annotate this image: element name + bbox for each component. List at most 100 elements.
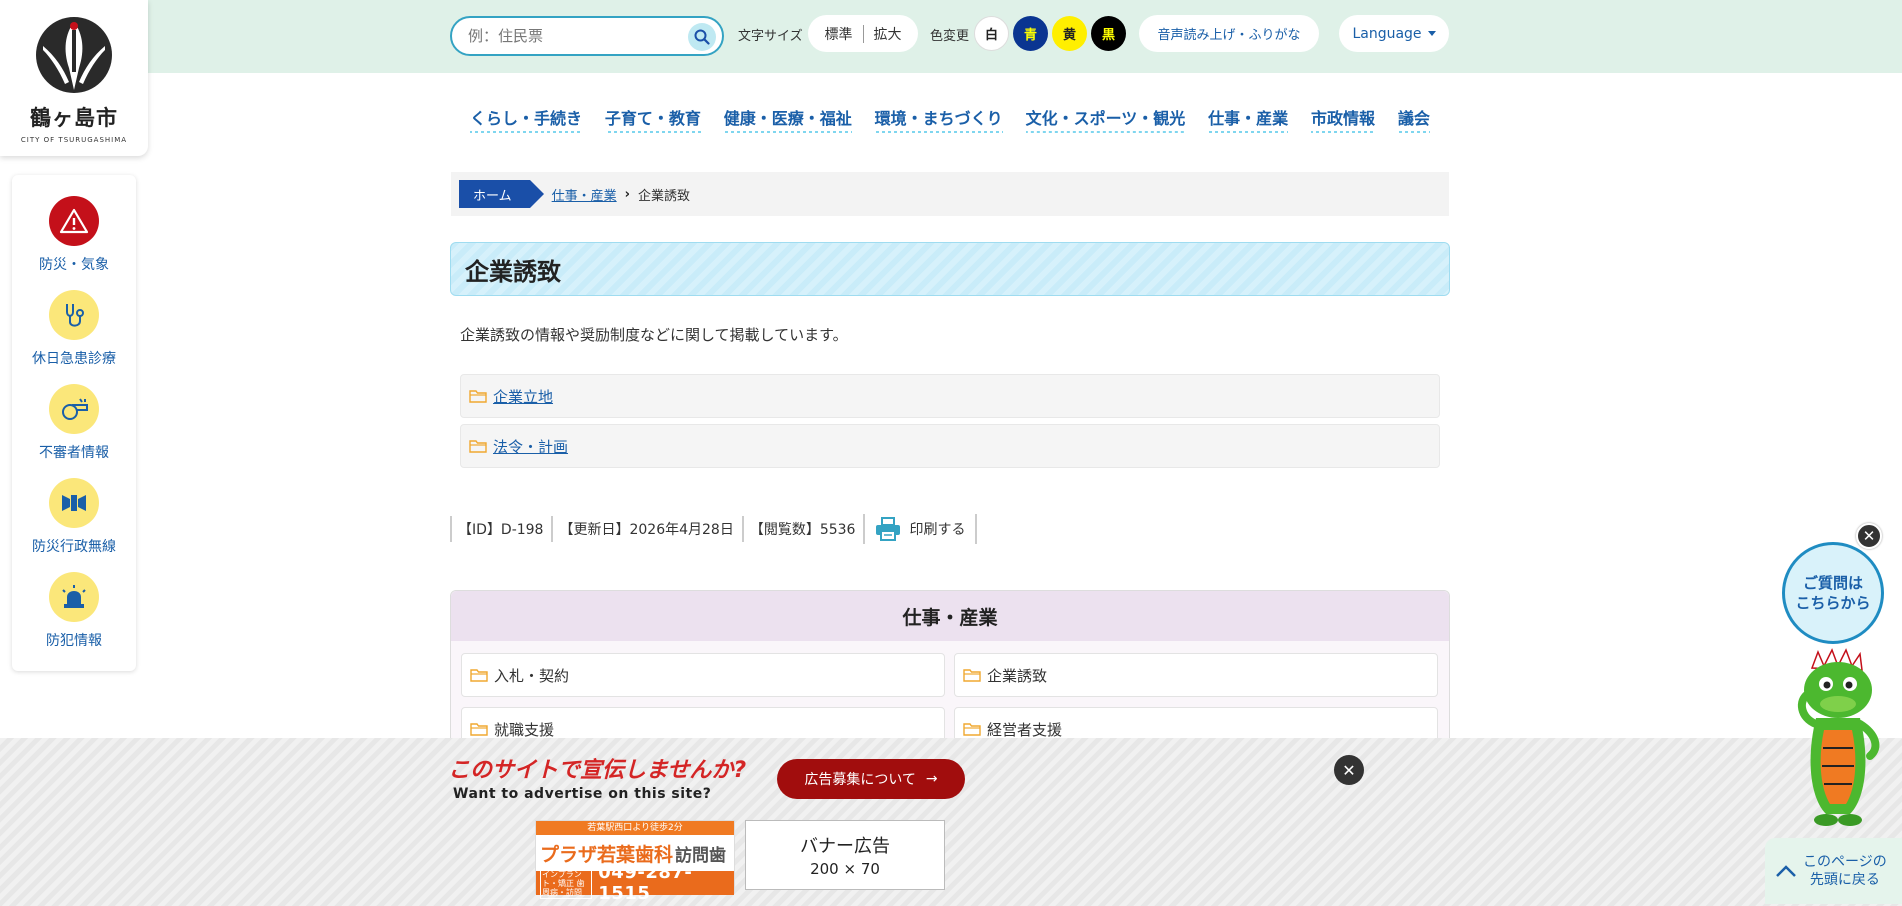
font-size-normal-button[interactable]: 標準 — [815, 24, 863, 44]
siren-icon — [62, 585, 86, 608]
side-circle — [49, 196, 99, 246]
chatbot-close-button[interactable]: ✕ — [1856, 523, 1882, 549]
link-location[interactable]: 企業立地 — [493, 386, 553, 407]
folder-icon — [963, 669, 981, 682]
nav-item-business[interactable]: 仕事・産業 — [1208, 105, 1289, 133]
list-item: 法令・計画 — [460, 424, 1440, 468]
page-meta: 【ID】D-198 【更新日】2026年4月28日 【閲覧数】5536 印刷する — [450, 514, 978, 544]
site-logo[interactable]: 鶴ヶ島市 CITY OF TSURUGASHIMA — [0, 0, 148, 156]
font-size-large-button[interactable]: 拡大 — [864, 24, 912, 44]
printer-icon — [876, 517, 901, 541]
sidebar-item-label: 休日急患診療 — [32, 351, 116, 367]
sidebar-item-label: 不審者情報 — [39, 445, 109, 461]
chevron-right-icon: › — [624, 186, 630, 202]
color-change-label: 色変更 — [930, 29, 970, 44]
nav-item-health[interactable]: 健康・医療・福祉 — [723, 105, 852, 133]
stethoscope-icon — [66, 304, 84, 327]
nav-item-living[interactable]: くらし・手続き — [470, 105, 583, 133]
arrow-right-icon: → — [925, 771, 938, 787]
close-icon: ✕ — [1342, 760, 1356, 780]
link-laws-plans[interactable]: 法令・計画 — [493, 436, 568, 457]
folder-icon — [470, 669, 488, 682]
side-circle — [49, 572, 99, 622]
breadcrumb: ホーム 仕事・産業 › 企業誘致 — [451, 172, 1449, 216]
category-title: 仕事・産業 — [451, 591, 1449, 641]
banner-placeholder-title: バナー広告 — [800, 836, 890, 857]
page-id: 【ID】D-198 — [450, 516, 549, 542]
warning-icon — [59, 208, 89, 234]
nav-item-assembly[interactable]: 議会 — [1397, 105, 1430, 133]
category-item-label: 経営者支援 — [987, 720, 1063, 739]
folder-icon — [963, 723, 981, 736]
font-size-label: 文字サイズ — [738, 29, 803, 44]
chatbot-label: ご質問は こちらから — [1795, 574, 1871, 612]
site-name-en: CITY OF TSURUGASHIMA — [20, 136, 128, 144]
chatbot-bubble[interactable]: ご質問は こちらから — [1782, 542, 1884, 644]
color-black-button[interactable]: 黒 — [1091, 16, 1126, 51]
site-name: 鶴ヶ島市 — [30, 106, 118, 130]
sidebar-item-disaster[interactable]: 防災・気象 — [12, 196, 136, 274]
sidebar-item-suspicious[interactable]: 不審者情報 — [12, 384, 136, 462]
back-to-top-button[interactable]: このページの 先頭に戻る — [1765, 838, 1902, 904]
global-nav: くらし・手続き 子育て・教育 健康・医療・福祉 環境・まちづくり 文化・スポーツ… — [470, 105, 1430, 133]
nav-item-culture[interactable]: 文化・スポーツ・観光 — [1025, 105, 1186, 133]
sidebar-item-radio[interactable]: 防災行政無線 — [12, 478, 136, 556]
back-to-top-label: このページの 先頭に戻る — [1803, 854, 1887, 888]
search-button[interactable] — [688, 23, 716, 51]
print-button[interactable]: 印刷する — [863, 514, 978, 544]
sidebar-item-label: 防災・気象 — [39, 257, 109, 273]
sidebar-item-holiday-clinic[interactable]: 休日急患診療 — [12, 290, 136, 368]
ad-english: Want to advertise on this site? — [453, 786, 712, 802]
banner-placeholder-size: 200 × 70 — [810, 860, 880, 878]
color-white-button[interactable]: 白 — [974, 16, 1009, 51]
close-icon: ✕ — [1862, 527, 1876, 545]
color-blue-button[interactable]: 青 — [1013, 16, 1048, 51]
language-button[interactable]: Language — [1339, 15, 1449, 52]
nav-item-childcare[interactable]: 子育て・教育 — [604, 105, 701, 133]
dragon-mascot-icon[interactable] — [1790, 648, 1886, 828]
color-yellow-button[interactable]: 黄 — [1052, 16, 1087, 51]
category-item-label: 入札・契約 — [494, 666, 570, 685]
voice-reading-button[interactable]: 音声読み上げ・ふりがな — [1139, 15, 1319, 52]
sidebar-item-label: 防犯情報 — [46, 633, 102, 649]
search-box — [450, 16, 724, 56]
folder-icon — [469, 440, 487, 453]
ad-question: このサイトで宣伝しませんか? — [448, 758, 747, 783]
page-lead: 企業誘致の情報や奨励制度などに関して掲載しています。 — [460, 326, 848, 344]
page-title: 企業誘致 — [450, 242, 1450, 296]
ad-banner-dental[interactable]: 若葉駅西口より徒歩2分 プラザ若葉歯科 訪問歯 インプラント・矯正 歯周病・訪問 … — [535, 820, 735, 904]
ad-info-label: 広告募集について — [804, 772, 916, 788]
search-input[interactable] — [468, 27, 688, 45]
category-box: 仕事・産業 入札・契約 企業誘致 就職支援 経営者支援 — [450, 590, 1450, 751]
banner-footer: インプラント・矯正 歯周病・訪問 049-287-1515 — [536, 862, 734, 904]
nav-item-city-admin[interactable]: 市政情報 — [1311, 105, 1376, 133]
banner-tel: 049-287-1515 — [598, 862, 693, 904]
ad-info-button[interactable]: 広告募集について → — [777, 759, 965, 799]
breadcrumb-home[interactable]: ホーム — [459, 180, 544, 208]
side-circle — [49, 384, 99, 434]
sidebar-item-crime[interactable]: 防犯情報 — [12, 572, 136, 650]
chevron-up-icon — [1776, 865, 1796, 877]
print-label: 印刷する — [909, 522, 966, 538]
speaker-icon — [62, 495, 86, 511]
breadcrumb-current: 企業誘致 — [638, 188, 691, 204]
nav-item-environment[interactable]: 環境・まちづくり — [874, 105, 1003, 133]
search-icon — [694, 29, 710, 45]
category-item-label: 企業誘致 — [987, 666, 1048, 685]
ad-close-button[interactable]: ✕ — [1334, 755, 1364, 785]
list-item: 企業立地 — [460, 374, 1440, 418]
category-item-invite[interactable]: 企業誘致 — [954, 653, 1438, 697]
whistle-icon — [62, 398, 88, 420]
ad-banner-placeholder[interactable]: バナー広告 200 × 70 — [745, 820, 945, 890]
language-label: Language — [1352, 25, 1422, 42]
banner-tagline: 若葉駅西口より徒歩2分 — [536, 821, 734, 835]
breadcrumb-parent[interactable]: 仕事・産業 — [552, 185, 617, 204]
sidebar: 防災・気象 休日急患診療 不審者情報 防災行政無線 防犯情報 — [12, 175, 136, 671]
category-item-bid[interactable]: 入札・契約 — [461, 653, 945, 697]
updated-date: 【更新日】2026年4月28日 — [551, 516, 739, 542]
banner-services: インプラント・矯正 歯周病・訪問 — [540, 867, 593, 899]
sidebar-item-label: 防災行政無線 — [32, 539, 116, 555]
folder-icon — [469, 390, 487, 403]
view-count: 【閲覧数】5536 — [741, 516, 862, 542]
category-item-label: 就職支援 — [494, 720, 555, 739]
